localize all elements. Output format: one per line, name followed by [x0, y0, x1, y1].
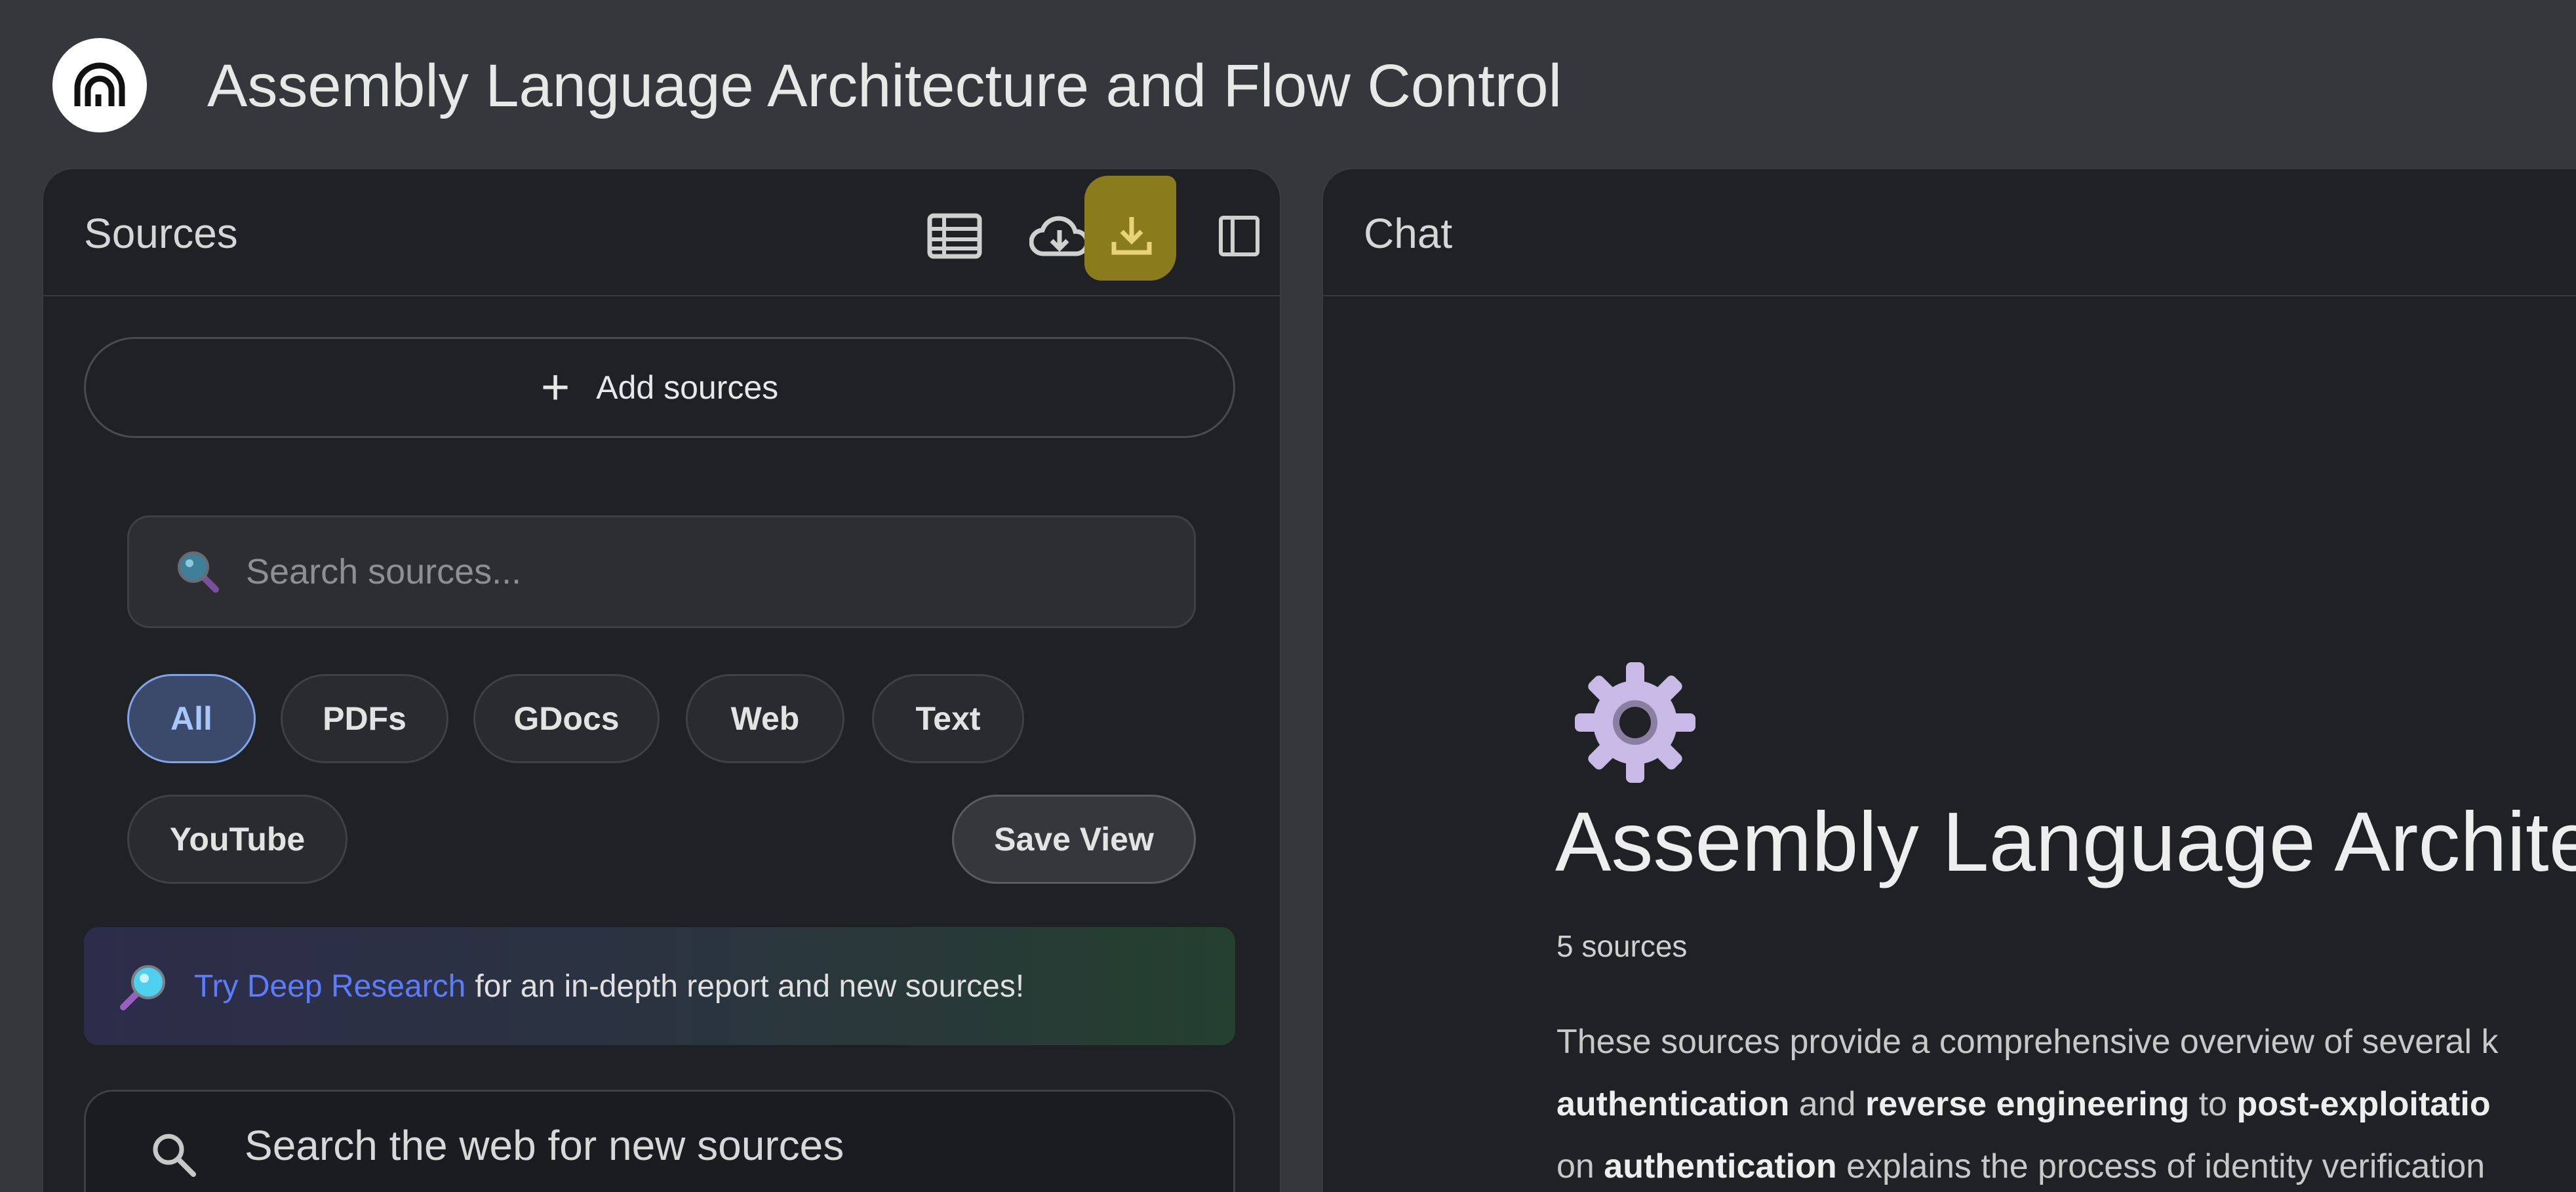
add-sources-button[interactable]: + Add sources — [84, 337, 1235, 438]
filter-text[interactable]: Text — [872, 674, 1024, 763]
deep-research-icon — [120, 965, 165, 1010]
try-deep-research-link[interactable]: Try Deep Research — [194, 968, 466, 1004]
search-sources-input[interactable] — [245, 551, 1100, 593]
filter-youtube[interactable]: YouTube — [127, 795, 347, 884]
source-count: 5 sources — [1556, 929, 1688, 963]
save-view-button[interactable]: Save View — [952, 795, 1196, 884]
magnifying-glass-icon — [178, 551, 219, 593]
cloud-download-icon[interactable] — [1027, 203, 1092, 269]
gear-icon — [1575, 662, 1695, 783]
search-sources-field[interactable] — [127, 515, 1196, 628]
filter-pdfs[interactable]: PDFs — [281, 674, 448, 763]
sources-header: Sources — [43, 169, 1280, 296]
chat-panel: Chat Assembly Language Archite 5 sources… — [1322, 168, 2576, 1192]
notebook-title[interactable]: Assembly Language Architecture and Flow … — [207, 50, 1562, 122]
chat-title: Chat — [1364, 210, 1453, 257]
sources-title: Sources — [84, 210, 238, 257]
app-logo[interactable] — [52, 38, 147, 132]
sidebar-toggle-icon[interactable] — [1206, 203, 1272, 269]
deep-research-text: for an in-depth report and new sources! — [475, 968, 1025, 1004]
filter-web[interactable]: Web — [686, 674, 844, 763]
logo-icon — [74, 62, 125, 106]
chat-header: Chat — [1323, 169, 2576, 296]
filter-all[interactable]: All — [127, 674, 256, 763]
sources-panel: Sources + Add sources Search sources... … — [42, 168, 1281, 1192]
download-icon[interactable] — [1099, 203, 1164, 269]
table-icon[interactable] — [922, 203, 987, 269]
summary-line-2: authentication and reverse engineering t… — [1556, 1085, 2491, 1123]
web-search-field[interactable] — [84, 1090, 1235, 1192]
search-icon — [153, 1134, 196, 1177]
summary-line-3: on authentication explains the process o… — [1556, 1147, 2486, 1185]
add-sources-label: Add sources — [596, 369, 779, 406]
chat-heading: Assembly Language Archite — [1555, 795, 2576, 889]
notebook-summary: These sources provide a comprehensive ov… — [1556, 1011, 2576, 1192]
summary-line-1: These sources provide a comprehensive ov… — [1556, 1023, 2499, 1061]
plus-icon: + — [540, 359, 570, 415]
web-search-input[interactable] — [243, 1121, 1197, 1170]
deep-research-banner: Try Deep Research for an in-depth report… — [84, 927, 1235, 1045]
filter-gdocs[interactable]: GDocs — [473, 674, 660, 763]
